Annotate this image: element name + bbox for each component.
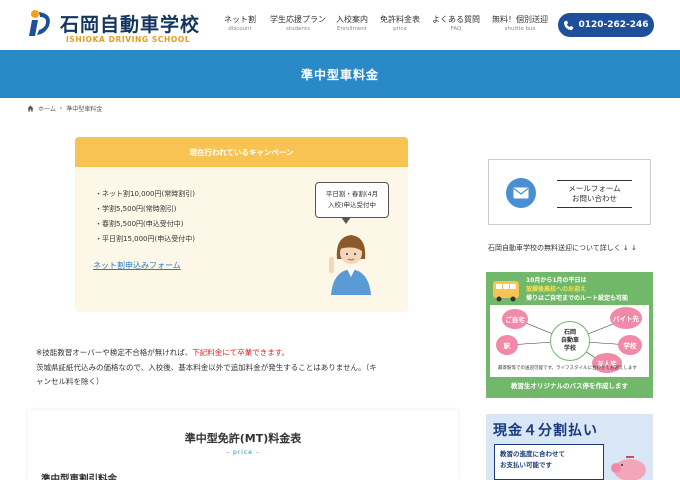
bus-center-school: 石岡 自動車 学校 xyxy=(550,321,590,361)
bus-node: 学校 xyxy=(618,335,642,355)
tel-button[interactable]: 0120-262-246 xyxy=(558,13,654,37)
bus-icon xyxy=(493,281,519,302)
logo-mark-icon xyxy=(29,10,50,36)
note-line-3: ャンセル料を除く） xyxy=(36,377,104,386)
discount-price-heading: 準中型車割引料金 xyxy=(41,474,118,480)
site-header: 石岡自動車学校 ISHIOKA DRIVING SCHOOL ネット割 disc… xyxy=(0,0,680,50)
nav-item-students[interactable]: 学生応援プラン students xyxy=(270,14,326,34)
nav-item-enrollment[interactable]: 入校案内 Enrollment xyxy=(336,14,368,34)
site-logo[interactable]: 石岡自動車学校 ISHIOKA DRIVING SCHOOL xyxy=(27,6,199,46)
mail-form-button[interactable]: メールフォーム お問い合わせ xyxy=(488,159,651,225)
page-title: 準中型車料金 xyxy=(300,67,379,82)
price-table-title: 準中型免許(MT)料金表 xyxy=(184,432,302,445)
breadcrumb-current: 準中型車料金 xyxy=(66,106,103,113)
logo-subtext: ISHIOKA DRIVING SCHOOL xyxy=(66,35,191,44)
campaign-list: ・ネット割10,000円(常時割引) ・学割5,500円(常時割引) ・春割5,… xyxy=(95,187,195,247)
chevron-right-icon: › xyxy=(59,105,63,112)
breadcrumb: ホーム › 準中型車料金 xyxy=(27,104,102,113)
price-table-subtitle: – price – xyxy=(226,449,260,456)
note-text: ※技能教習オーバーや検定不合格が無ければ、 xyxy=(36,348,193,357)
bus-route-map: ご自宅 バイト先 駅 学校 友人宅 石岡 自動車 学校 最寄駅等での送迎可能です… xyxy=(490,305,649,377)
bus-banner-bottom: 教習生オリジナルのバス停を作成します xyxy=(511,382,628,390)
nav-label: ネット割 xyxy=(224,15,256,24)
speech-line: 平日割・春割(4月 xyxy=(325,190,379,198)
nav-sublabel: FAQ xyxy=(450,26,462,32)
bus-center-label: 石岡 自動車 学校 xyxy=(560,329,579,352)
page-title-band: 準中型車料金 xyxy=(0,50,680,98)
list-item: ・春割5,500円(申込受付中) xyxy=(95,220,184,228)
phone-icon xyxy=(564,20,574,30)
nav-sublabel: discount xyxy=(228,26,252,32)
bus-node: 駅 xyxy=(496,335,518,355)
nav-label: よくある質問 xyxy=(432,15,480,24)
net-discount-form-link[interactable]: ネット割申込みフォーム xyxy=(93,260,181,271)
installment-line: 教習の進度に合わせて xyxy=(500,450,565,458)
mail-form-label: メールフォーム お問い合わせ xyxy=(557,180,632,208)
speech-bubble-tail xyxy=(341,217,351,224)
price-note: ※技能教習オーバーや検定不合格が無ければ、下記料金にて卒業できます。 茨城県証紙… xyxy=(36,346,466,390)
mail-label-line: メールフォーム xyxy=(568,184,621,193)
bus-map-note: 最寄駅等での送迎可能です。ライフスタイルに合わせてお迎えします xyxy=(498,366,637,371)
installment-title: 現金４分割払い xyxy=(493,423,598,439)
piggy-bank-icon xyxy=(611,456,646,480)
bus-banner-top: 10月から1月の平日は 放課後高校へのお迎え 帰りはご自宅までのルート設定も可能 xyxy=(490,276,649,306)
mail-label-line: お問い合わせ xyxy=(572,194,617,203)
nav-item-shuttle[interactable]: 無料！個別送迎 shuttle bus xyxy=(492,14,548,34)
campaign-heading: 現在行われているキャンペーン xyxy=(75,137,408,167)
logo-text: 石岡自動車学校 xyxy=(60,14,201,36)
speech-line: 入校)申込受付中 xyxy=(327,201,377,209)
installment-text: 教習の進度に合わせて お支払い可能です xyxy=(494,444,604,480)
nav-label: 学生応援プラン xyxy=(270,15,326,24)
list-item: ・平日割15,000円(申込受付中) xyxy=(95,235,195,243)
shuttle-info-text: 石岡自動車学校の無料送迎について詳しく ↓ ↓ xyxy=(488,244,637,252)
price-table-section: 準中型免許(MT)料金表 – price – 準中型車割引料金 xyxy=(28,410,458,480)
note-line-1: ※技能教習オーバーや検定不合格が無ければ、下記料金にて卒業できます。 xyxy=(36,346,466,361)
nav-sublabel: Enrollment xyxy=(337,26,367,32)
home-icon xyxy=(27,105,34,112)
bus-banner-text: 10月から1月の平日は 放課後高校へのお迎え 帰りはご自宅までのルート設定も可能 xyxy=(526,276,628,303)
campaign-box: 現在行われているキャンペーン ・ネット割10,000円(常時割引) ・学割5,5… xyxy=(75,137,408,312)
bus-text-line: 放課後高校へのお迎え xyxy=(526,286,587,293)
shuttle-bus-banner[interactable]: 10月から1月の平日は 放課後高校へのお迎え 帰りはご自宅までのルート設定も可能… xyxy=(486,272,653,398)
bus-text-line: 帰りはご自宅までのルート設定も可能 xyxy=(526,295,629,302)
nav-label: 免許料金表 xyxy=(380,15,420,24)
installment-banner[interactable]: 現金４分割払い 教習の進度に合わせて お支払い可能です xyxy=(486,414,653,480)
bus-text-line: 10月から1月の平日は xyxy=(526,277,587,284)
nav-label: 入校案内 xyxy=(336,15,368,24)
bus-node: ご自宅 xyxy=(502,309,528,329)
nav-sublabel: shuttle bus xyxy=(504,26,536,32)
tel-number: 0120-262-246 xyxy=(578,20,649,30)
note-highlight: 下記料金にて卒業できます。 xyxy=(192,348,289,357)
installment-line: お支払い可能です xyxy=(500,461,552,469)
nav-sublabel: price xyxy=(393,26,407,32)
staff-illustration-icon xyxy=(329,235,371,295)
speech-bubble: 平日割・春割(4月 入校)申込受付中 xyxy=(315,182,389,218)
mail-icon xyxy=(506,178,536,208)
note-line-2: 茨城県証紙代込みの価格なので、入校後、基本料金以外で追加料金が発生することはあり… xyxy=(36,362,377,372)
nav-label: 無料！個別送迎 xyxy=(492,15,548,24)
nav-item-discount[interactable]: ネット割 discount xyxy=(224,14,256,34)
nav-sublabel: students xyxy=(286,26,310,32)
list-item: ・ネット割10,000円(常時割引) xyxy=(95,190,195,198)
nav-item-faq[interactable]: よくある質問 FAQ xyxy=(432,14,480,34)
list-item: ・学割5,500円(常時割引) xyxy=(95,205,177,213)
breadcrumb-home[interactable]: ホーム xyxy=(38,104,56,113)
bus-node: バイト先 xyxy=(610,307,642,329)
nav-item-price[interactable]: 免許料金表 price xyxy=(380,14,420,34)
